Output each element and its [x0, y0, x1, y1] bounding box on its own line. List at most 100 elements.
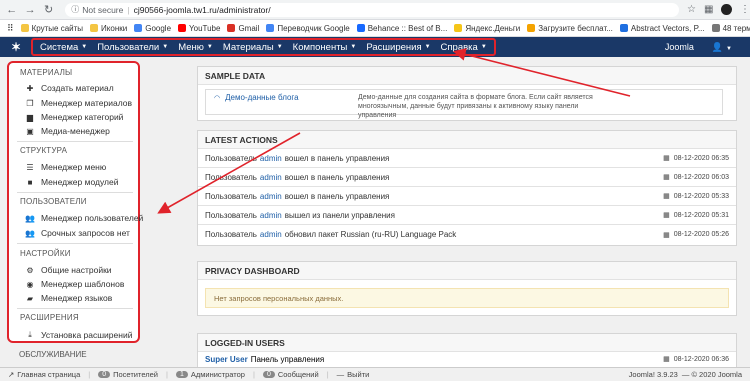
menu-label: Расширения: [366, 41, 422, 53]
action-text: вышел из панели управления: [284, 210, 395, 220]
logout-label: Выйти: [347, 370, 370, 379]
apps-icon[interactable]: ⠿: [7, 23, 14, 34]
sidebar-item-create-article[interactable]: ✚ Создать материал: [25, 83, 114, 93]
extensions-icon[interactable]: ▦: [704, 4, 713, 15]
address-bar[interactable]: ⓘ Not secure | cj90566-joomla.tw1.ru/adm…: [65, 2, 680, 17]
user-link[interactable]: admin: [260, 173, 282, 182]
sidebar-divider: [17, 308, 133, 309]
date-text: 08-12-2020 06:35: [673, 154, 729, 162]
status-divider: |: [166, 370, 168, 379]
sidebar-item-label: Менеджер меню: [41, 162, 107, 172]
calendar-icon: ▦: [663, 174, 670, 181]
bookmark-item[interactable]: Behance :: Best of B...: [356, 24, 447, 33]
navbar-right: Joomla 👤 ▼: [665, 42, 750, 53]
panel-title: SAMPLE DATA: [198, 67, 736, 85]
bookmark-item[interactable]: Google: [134, 24, 171, 33]
menu-help[interactable]: Справка ▼: [436, 42, 492, 53]
user-link[interactable]: admin: [260, 211, 282, 220]
sidebar-section-title: ОБСЛУЖИВАНИЕ: [19, 350, 87, 359]
version-label: Joomla! 3.9.23: [628, 370, 678, 379]
bookmark-favicon: [227, 24, 236, 32]
sidebar-item-modules[interactable]: ■ Менеджер модулей: [25, 177, 119, 187]
bookmark-item[interactable]: Загрузите бесплат...: [527, 24, 613, 33]
user-link[interactable]: admin: [260, 230, 282, 239]
sidebar-item-menus[interactable]: ☰ Менеджер меню: [25, 162, 106, 172]
bookmark-favicon: [266, 24, 275, 32]
url-divider: |: [127, 4, 130, 15]
sidebar-item-templates[interactable]: ◉ Менеджер шаблонов: [25, 279, 125, 289]
wifi-icon: ◠: [214, 94, 221, 102]
sidebar-section-title: ПОЛЬЗОВАТЕЛИ: [20, 197, 87, 206]
sidebar-item-articles[interactable]: ❐ Менеджер материалов: [25, 98, 132, 108]
bookmark-favicon: [178, 24, 187, 32]
sidebar-item-media[interactable]: ▣ Медиа-менеджер: [25, 126, 110, 136]
sidebar-item-label: Общие настройки: [41, 265, 112, 275]
caret-down-icon: ▼: [480, 44, 487, 50]
joomla-logo-icon[interactable]: ✶: [9, 40, 23, 54]
sidebar-item-categories[interactable]: ▆ Менеджер категорий: [25, 112, 124, 122]
sidebar-section-title: РАСШИРЕНИЯ: [20, 313, 79, 322]
bookmark-label: Яндекс.Деньги: [465, 23, 521, 33]
profile-avatar[interactable]: [721, 4, 732, 15]
menu-label: Материалы: [222, 41, 274, 53]
sample-data-link[interactable]: ◠ Демо-данные блога: [214, 93, 299, 102]
bookmark-favicon: [20, 24, 29, 32]
menu-users[interactable]: Пользователи ▼: [92, 42, 173, 53]
caret-down-icon: ▼: [726, 45, 732, 52]
main-menu: Система ▼ Пользователи ▼ Меню ▼ Материалы ▼ …: [31, 38, 496, 56]
admins-label: Администратор: [190, 370, 245, 379]
sidebar-item-install[interactable]: ⤓ Установка расширений: [25, 330, 132, 340]
sidebar-item-users[interactable]: 👥 Менеджер пользователей: [25, 213, 143, 223]
bookmark-item[interactable]: Переводчик Google: [266, 24, 350, 33]
user-link[interactable]: admin: [260, 192, 282, 201]
site-link[interactable]: Joomla: [665, 42, 694, 52]
star-icon[interactable]: ☆: [687, 4, 696, 15]
comment-icon: ▰: [26, 293, 34, 303]
status-divider: |: [326, 370, 329, 379]
browser-toolbar: ← → ↻ ⓘ Not secure | cj90566-joomla.tw1.…: [0, 0, 750, 20]
date-text: 08-12-2020 05:26: [673, 231, 729, 238]
action-prefix: Пользователь: [205, 153, 257, 163]
caret-down-icon: ▼: [350, 44, 357, 50]
logged-user-link[interactable]: Super User: [205, 355, 248, 364]
reload-icon[interactable]: ↻: [42, 3, 55, 17]
sidebar-section-title: НАСТРОЙКИ: [20, 249, 71, 258]
minus-icon: —: [336, 370, 345, 379]
bookmark-item[interactable]: YouTube: [178, 24, 220, 33]
bookmark-item[interactable]: Крутые сайты: [20, 23, 84, 33]
messages-label: Сообщений: [277, 370, 319, 379]
messages-status[interactable]: 0 Сообщений: [262, 370, 319, 379]
more-icon[interactable]: ⋮: [740, 4, 750, 15]
sidebar-item-languages[interactable]: ▰ Менеджер языков: [25, 293, 112, 303]
menu-menus[interactable]: Меню ▼: [173, 42, 218, 53]
bookmark-label: Крутые сайты: [31, 23, 84, 33]
status-divider: |: [88, 370, 91, 379]
sidebar-item-label: Менеджер модулей: [41, 177, 119, 187]
logout-link[interactable]: — Выйти: [337, 370, 370, 379]
menu-label: Компоненты: [292, 41, 348, 53]
bookmark-item[interactable]: 48 терминов из дизай...: [711, 24, 750, 33]
privacy-dashboard-panel: PRIVACY DASHBOARD Нет запросов персональ…: [197, 261, 737, 316]
bookmark-item[interactable]: Иконки: [90, 24, 127, 33]
image-icon: ▣: [26, 126, 34, 136]
bookmark-item[interactable]: Abstract Vectors, P...: [619, 24, 705, 33]
menu-extensions[interactable]: Расширения ▼: [361, 42, 435, 53]
download-icon: ⤓: [28, 330, 32, 339]
user-menu[interactable]: 👤 ▼: [712, 42, 732, 53]
menu-content[interactable]: Материалы ▼: [218, 42, 288, 53]
bookmark-item[interactable]: Яндекс.Деньги: [454, 24, 520, 33]
table-row: Пользователь admin вошел в панель управлен…: [198, 149, 736, 168]
sample-data-link-label: Демо-данные блога: [225, 93, 299, 102]
sidebar: МАТЕРИАЛЫ ✚ Создать материал ❐ Менеджер ма…: [7, 61, 143, 343]
forward-icon[interactable]: →: [23, 3, 36, 17]
sidebar-item-global-config[interactable]: ⚙ Общие настройки: [25, 265, 112, 275]
sidebar-item-label: Менеджер пользователей: [41, 213, 144, 223]
back-icon[interactable]: ←: [5, 3, 18, 17]
sidebar-item-requests[interactable]: 👥 Срочных запросов нет: [25, 228, 130, 238]
user-link[interactable]: admin: [260, 154, 282, 163]
home-link[interactable]: ↗ Главная страница: [8, 370, 80, 379]
menu-system[interactable]: Система ▼: [35, 42, 92, 53]
menu-components[interactable]: Компоненты ▼: [288, 42, 362, 53]
calendar-icon: ▦: [663, 212, 670, 219]
bookmark-item[interactable]: Gmail: [227, 24, 259, 33]
